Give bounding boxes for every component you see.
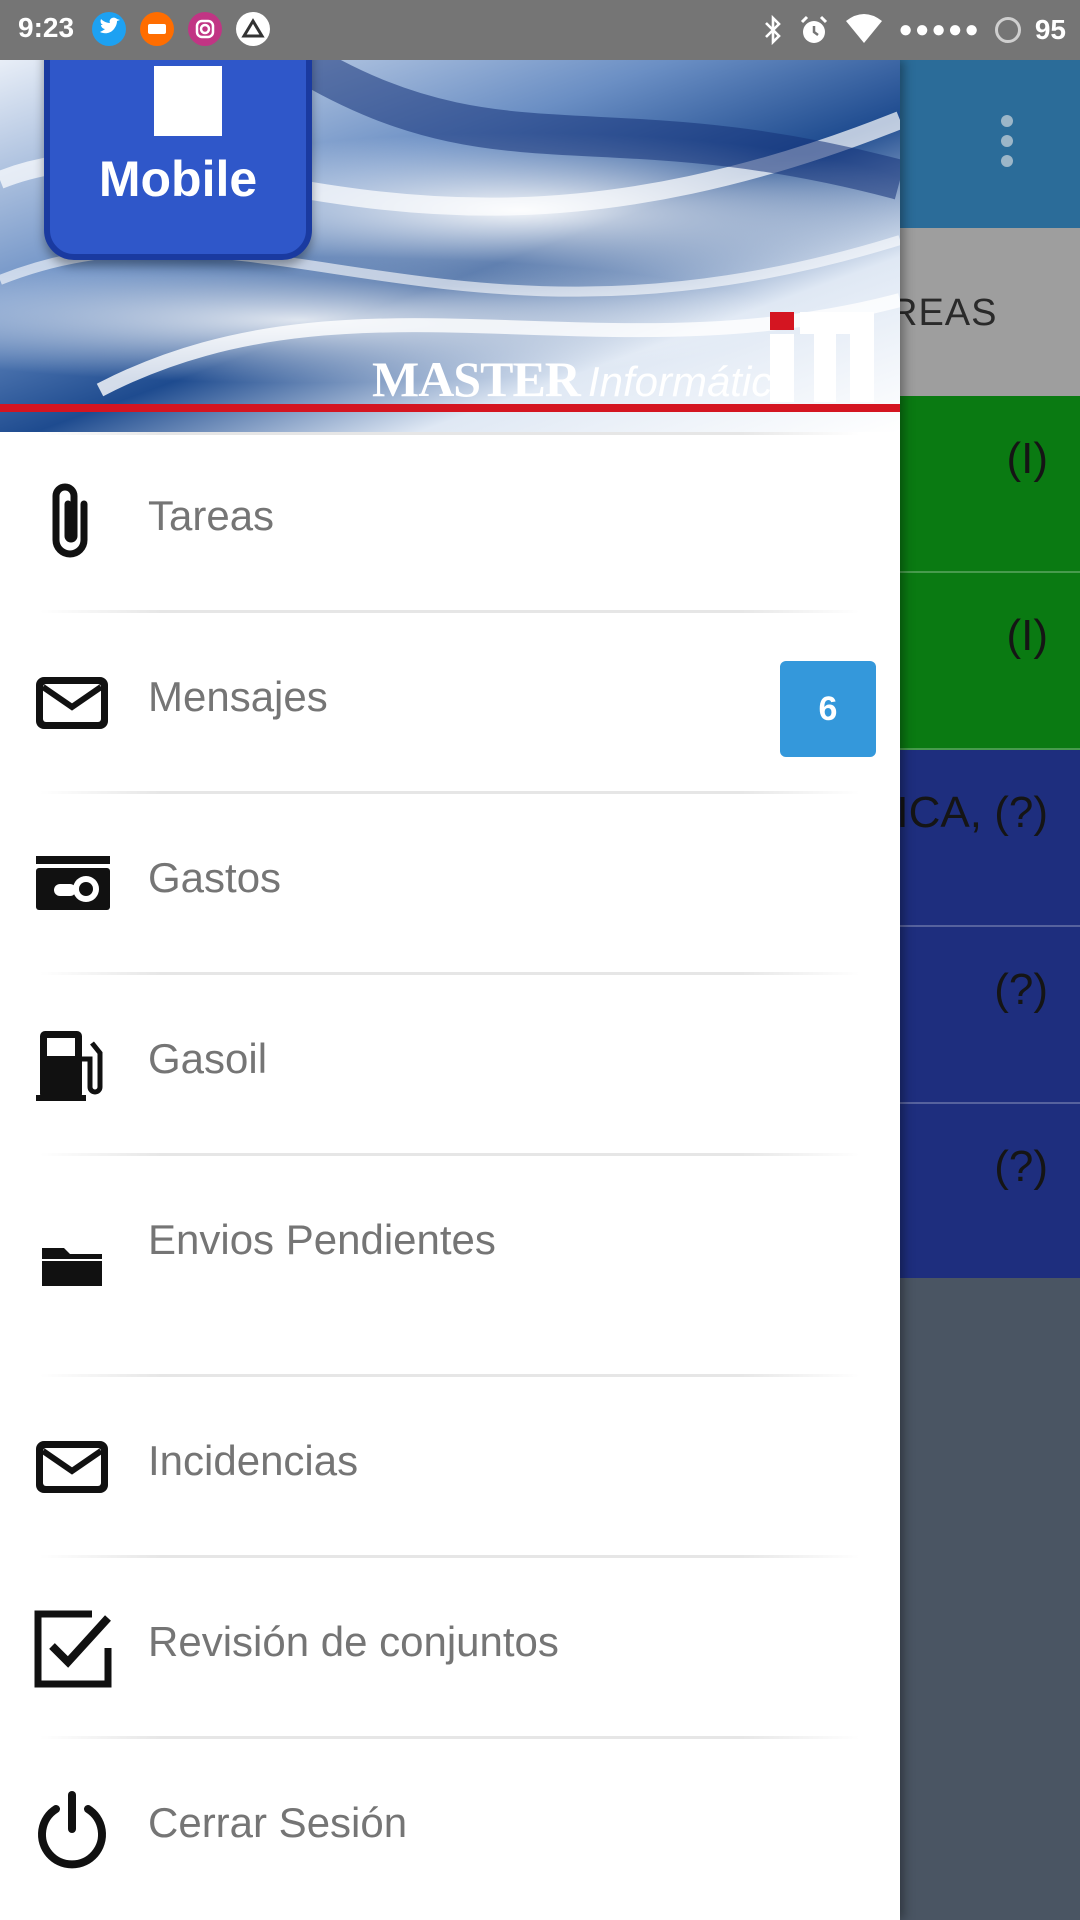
mobile-logo: Mobile <box>44 60 312 260</box>
power-icon <box>38 1791 106 1869</box>
menu-item-cerrar-sesion[interactable]: Cerrar Sesión <box>0 1739 900 1920</box>
checkbox-icon <box>34 1610 112 1688</box>
instagram-icon <box>188 12 222 46</box>
wifi-icon <box>846 14 883 43</box>
menu-item-gastos[interactable]: Gastos <box>0 794 900 975</box>
menu-item-revision-de-conjuntos[interactable]: Revisión de conjuntos <box>0 1558 900 1739</box>
drawer-menu: Tareas Mensajes 6 Gastos Gasoil Envios P… <box>0 432 900 1920</box>
more-options-icon[interactable] <box>1000 115 1014 171</box>
menu-item-label: Tareas <box>148 492 275 539</box>
drive-icon <box>236 12 270 46</box>
status-time: 9:23 <box>18 12 75 43</box>
drawer-header: Mobile MASTER Informática <box>0 60 900 432</box>
battery-level: 95 <box>1034 14 1066 45</box>
menu-item-label: Cerrar Sesión <box>148 1799 408 1846</box>
folder-icon <box>42 1248 102 1286</box>
tab-tareas[interactable]: REAS <box>890 292 997 335</box>
brand-name: MASTER Informática <box>372 351 796 407</box>
navigation-drawer: Mobile MASTER Informática Tareas Mensaje… <box>0 60 900 1920</box>
menu-item-mensajes[interactable]: Mensajes 6 <box>0 613 900 794</box>
menu-item-label: Mensajes <box>148 673 328 720</box>
menu-item-label: Incidencias <box>148 1437 359 1484</box>
menu-item-envios-pendientes[interactable]: Envios Pendientes <box>0 1156 900 1377</box>
menu-item-label: Revisión de conjuntos <box>148 1618 559 1665</box>
menu-item-label: Gasoil <box>148 1035 268 1082</box>
menu-item-label: Envios Pendientes <box>148 1216 496 1263</box>
unread-count-badge: 6 <box>780 661 876 757</box>
mi-icon <box>140 12 174 46</box>
alarm-icon <box>801 15 828 43</box>
bluetooth-icon <box>765 14 782 46</box>
menu-item-label: Gastos <box>148 854 282 901</box>
status-bar: 9:23 ●●●●● 95 <box>0 0 1080 60</box>
header-accent-line <box>0 404 900 412</box>
menu-item-tareas[interactable]: Tareas <box>0 432 900 613</box>
twitter-icon <box>92 12 126 46</box>
menu-item-incidencias[interactable]: Incidencias <box>0 1377 900 1558</box>
master-informatica-logo <box>770 312 874 402</box>
battery-icon <box>994 17 1021 43</box>
paperclip-icon <box>52 483 88 558</box>
signal-strength: ●●●●● <box>898 16 981 43</box>
money-icon <box>36 856 110 910</box>
envelope-icon <box>36 677 108 729</box>
fuel-pump-icon <box>36 1031 103 1101</box>
envelope-icon <box>36 1441 108 1493</box>
menu-item-gasoil[interactable]: Gasoil <box>0 975 900 1156</box>
